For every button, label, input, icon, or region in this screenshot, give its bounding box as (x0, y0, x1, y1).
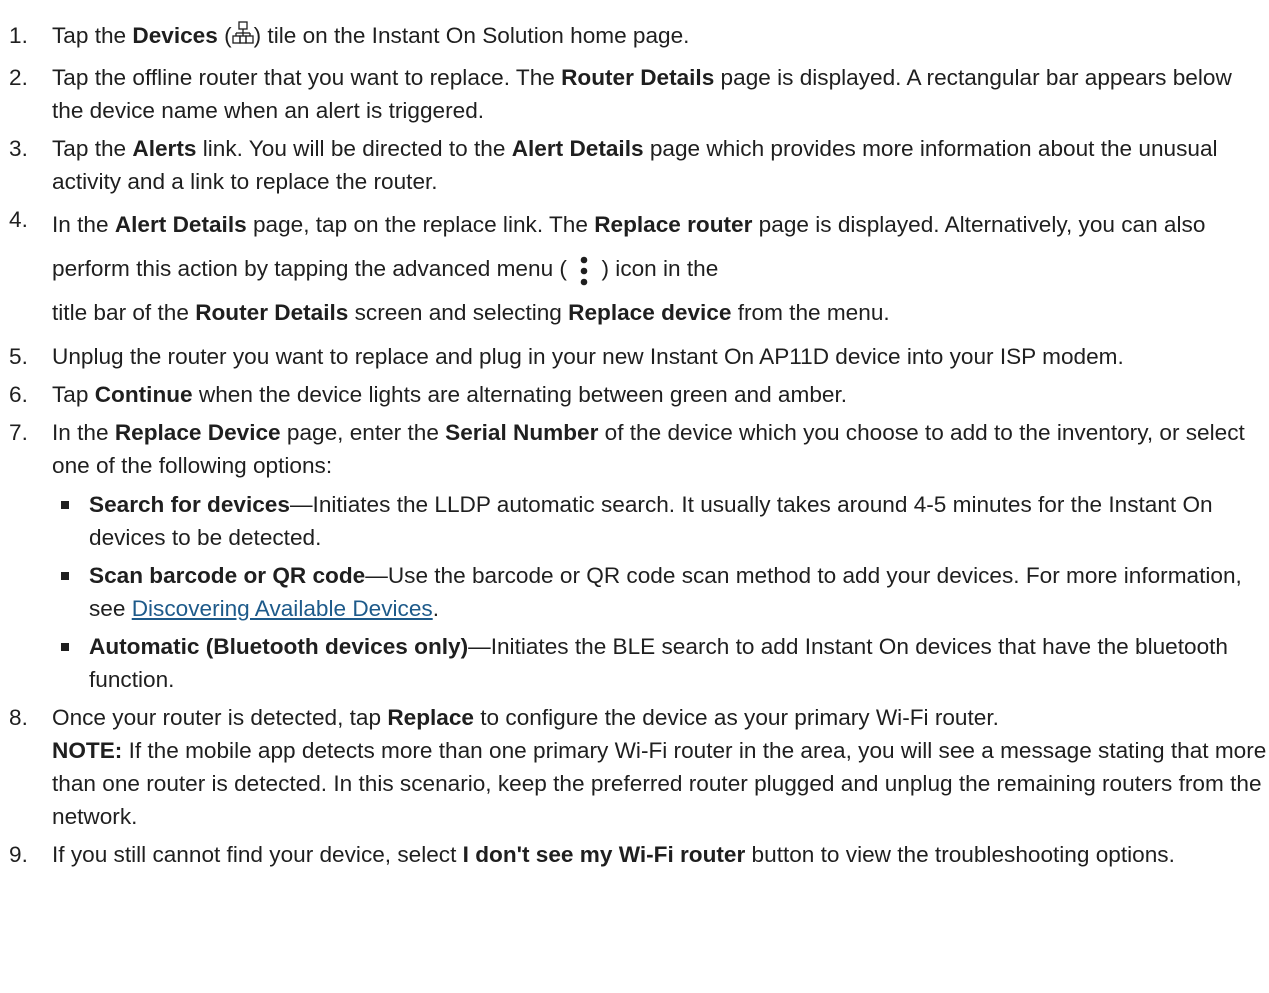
step-1: 1. Tap the Devices ( ) tile on the Instan… (0, 19, 1269, 56)
step-text: page, tap on the replace link. The (246, 212, 595, 237)
step-5: 5. Unplug the router you want to replace… (0, 340, 1269, 373)
bullet-square (61, 501, 69, 509)
step-text: If you still cannot find your device, se… (52, 842, 463, 867)
step-text: page, enter the (280, 420, 446, 445)
step-text: Tap the (52, 136, 133, 161)
step-bold: Devices (132, 23, 218, 48)
bullet-square (61, 643, 69, 651)
discovering-devices-link[interactable]: Discovering Available Devices (132, 596, 433, 621)
step-text: Tap the offline router that you want to … (52, 65, 562, 90)
step-bold: Alert Details (511, 136, 644, 161)
step-6: 6. Tap Continue when the device lights a… (0, 378, 1269, 411)
step-number: 4. (9, 207, 28, 232)
step-number: 9. (9, 842, 28, 867)
step-bold: Alert Details (114, 212, 247, 237)
step-text: Once your router is detected, tap (52, 705, 388, 730)
option-search-for-devices: Search for devices—Initiates the LLDP au… (52, 488, 1269, 554)
step-text: ( (217, 23, 232, 48)
step-text: when the device lights are alternating b… (192, 382, 848, 407)
step-number: 6. (9, 382, 28, 407)
step-number: 3. (9, 136, 28, 161)
note-label: NOTE: (52, 738, 123, 763)
step-bold: Continue (94, 382, 193, 407)
option-automatic-bluetooth: Automatic (Bluetooth devices only)—Initi… (52, 630, 1269, 696)
step-3: 3. Tap the Alerts link. You will be dire… (0, 132, 1269, 198)
step-7: 7. In the Replace Device page, enter the… (0, 416, 1269, 696)
step-9: 9. If you still cannot find your device,… (0, 838, 1269, 871)
step-number: 2. (9, 65, 28, 90)
step-bold: Replace device (568, 300, 732, 325)
step-8: 8. Once your router is detected, tap Rep… (0, 701, 1269, 833)
option-title: Search for devices (89, 492, 290, 517)
step-text: Unplug the router you want to replace an… (52, 344, 1124, 369)
step-bold: Router Details (561, 65, 715, 90)
step-text: Tap the (52, 23, 133, 48)
step-bold: Replace router (594, 212, 753, 237)
note-text: If the mobile app detects more than one … (52, 738, 1267, 829)
step-bold: Router Details (195, 300, 349, 325)
step-text: Tap (52, 382, 95, 407)
step-text: button to view the troubleshooting optio… (745, 842, 1175, 867)
steps-list: 1. Tap the Devices ( ) tile on the Instan… (0, 19, 1269, 871)
option-text: . (432, 596, 439, 621)
step-bold: Alerts (132, 136, 197, 161)
devices-topology-icon (231, 21, 254, 56)
step-bold: Serial Number (445, 420, 599, 445)
step-text: In the (52, 212, 115, 237)
step-number: 7. (9, 420, 28, 445)
step-text: title bar of the (52, 300, 196, 325)
bullet-square (61, 572, 69, 580)
options-list: Search for devices—Initiates the LLDP au… (52, 488, 1269, 696)
step-text: screen and selecting (348, 300, 569, 325)
step-2: 2. Tap the offline router that you want … (0, 61, 1269, 127)
vertical-ellipsis-icon (573, 252, 595, 290)
step-bold: Replace Device (114, 420, 281, 445)
option-title: Automatic (Bluetooth devices only) (89, 634, 469, 659)
procedure-document: 1. Tap the Devices ( ) tile on the Instan… (0, 0, 1269, 871)
step-text: ) tile on the Instant On Solution home p… (253, 23, 690, 48)
step-number: 1. (9, 23, 28, 48)
option-title: Scan barcode or QR code (89, 563, 366, 588)
step-text: link. You will be directed to the (196, 136, 512, 161)
step-4: 4. In the Alert Details page, tap on the… (0, 203, 1269, 335)
option-scan-barcode: Scan barcode or QR code—Use the barcode … (52, 559, 1269, 625)
step-text: from the menu. (731, 300, 890, 325)
step-text: ) icon in the (595, 256, 719, 281)
step-text: In the (52, 420, 115, 445)
step-number: 5. (9, 344, 28, 369)
step-text: to configure the device as your primary … (474, 705, 999, 730)
step-bold: I don't see my Wi-Fi router (462, 842, 746, 867)
step-bold: Replace (387, 705, 474, 730)
step-number: 8. (9, 705, 28, 730)
